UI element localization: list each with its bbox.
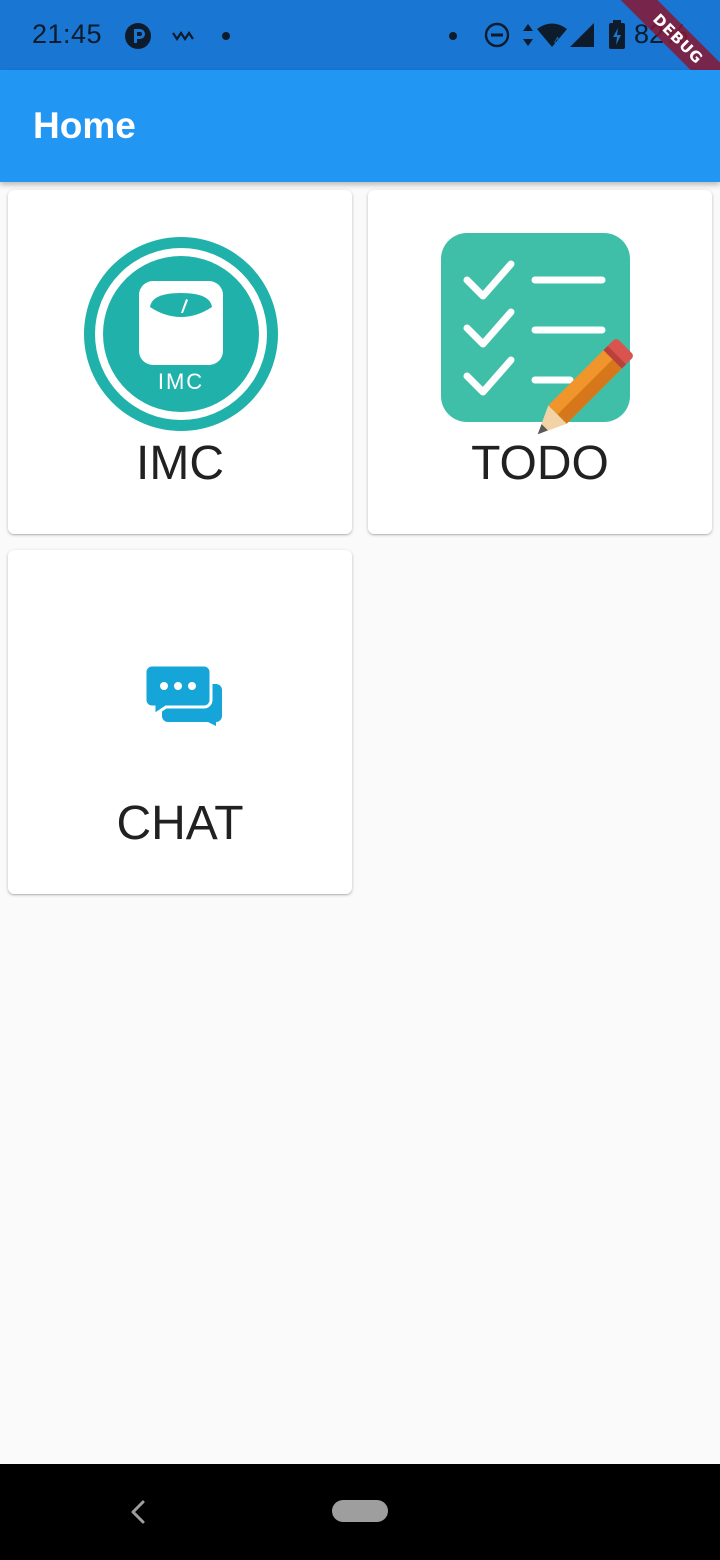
todo-card[interactable]: TODO: [368, 190, 712, 534]
chat-bubbles-icon: [144, 664, 222, 726]
wifi-icon: 4: [537, 23, 567, 47]
status-time: 21:45: [32, 19, 103, 49]
scale-icon-label: IMC: [158, 369, 204, 394]
dnd-icon: [484, 22, 510, 48]
signal-wave-icon: [172, 31, 194, 41]
cell-signal-icon: [570, 23, 594, 47]
status-bar: 21:45 4 82%: [0, 0, 720, 70]
back-icon[interactable]: [126, 1498, 150, 1526]
page-title: Home: [33, 105, 136, 146]
notification-dot-icon: [222, 32, 230, 40]
card-label: CHAT: [116, 797, 244, 850]
chat-card[interactable]: CHAT: [8, 550, 352, 894]
data-arrows-icon: [523, 24, 533, 46]
svg-text:4: 4: [554, 36, 560, 47]
battery-percentage: 82%: [634, 19, 689, 49]
parking-icon: [125, 23, 151, 49]
card-label: TODO: [471, 437, 609, 490]
app-bar: Home: [0, 70, 720, 182]
notification-dot-icon: [449, 32, 457, 40]
scale-icon: IMC: [84, 237, 278, 431]
imc-card[interactable]: IMC IMC: [8, 190, 352, 534]
home-pill-button[interactable]: [332, 1500, 388, 1522]
battery-icon: [609, 20, 625, 49]
checklist-icon: [441, 233, 633, 434]
card-label: IMC: [136, 437, 224, 490]
